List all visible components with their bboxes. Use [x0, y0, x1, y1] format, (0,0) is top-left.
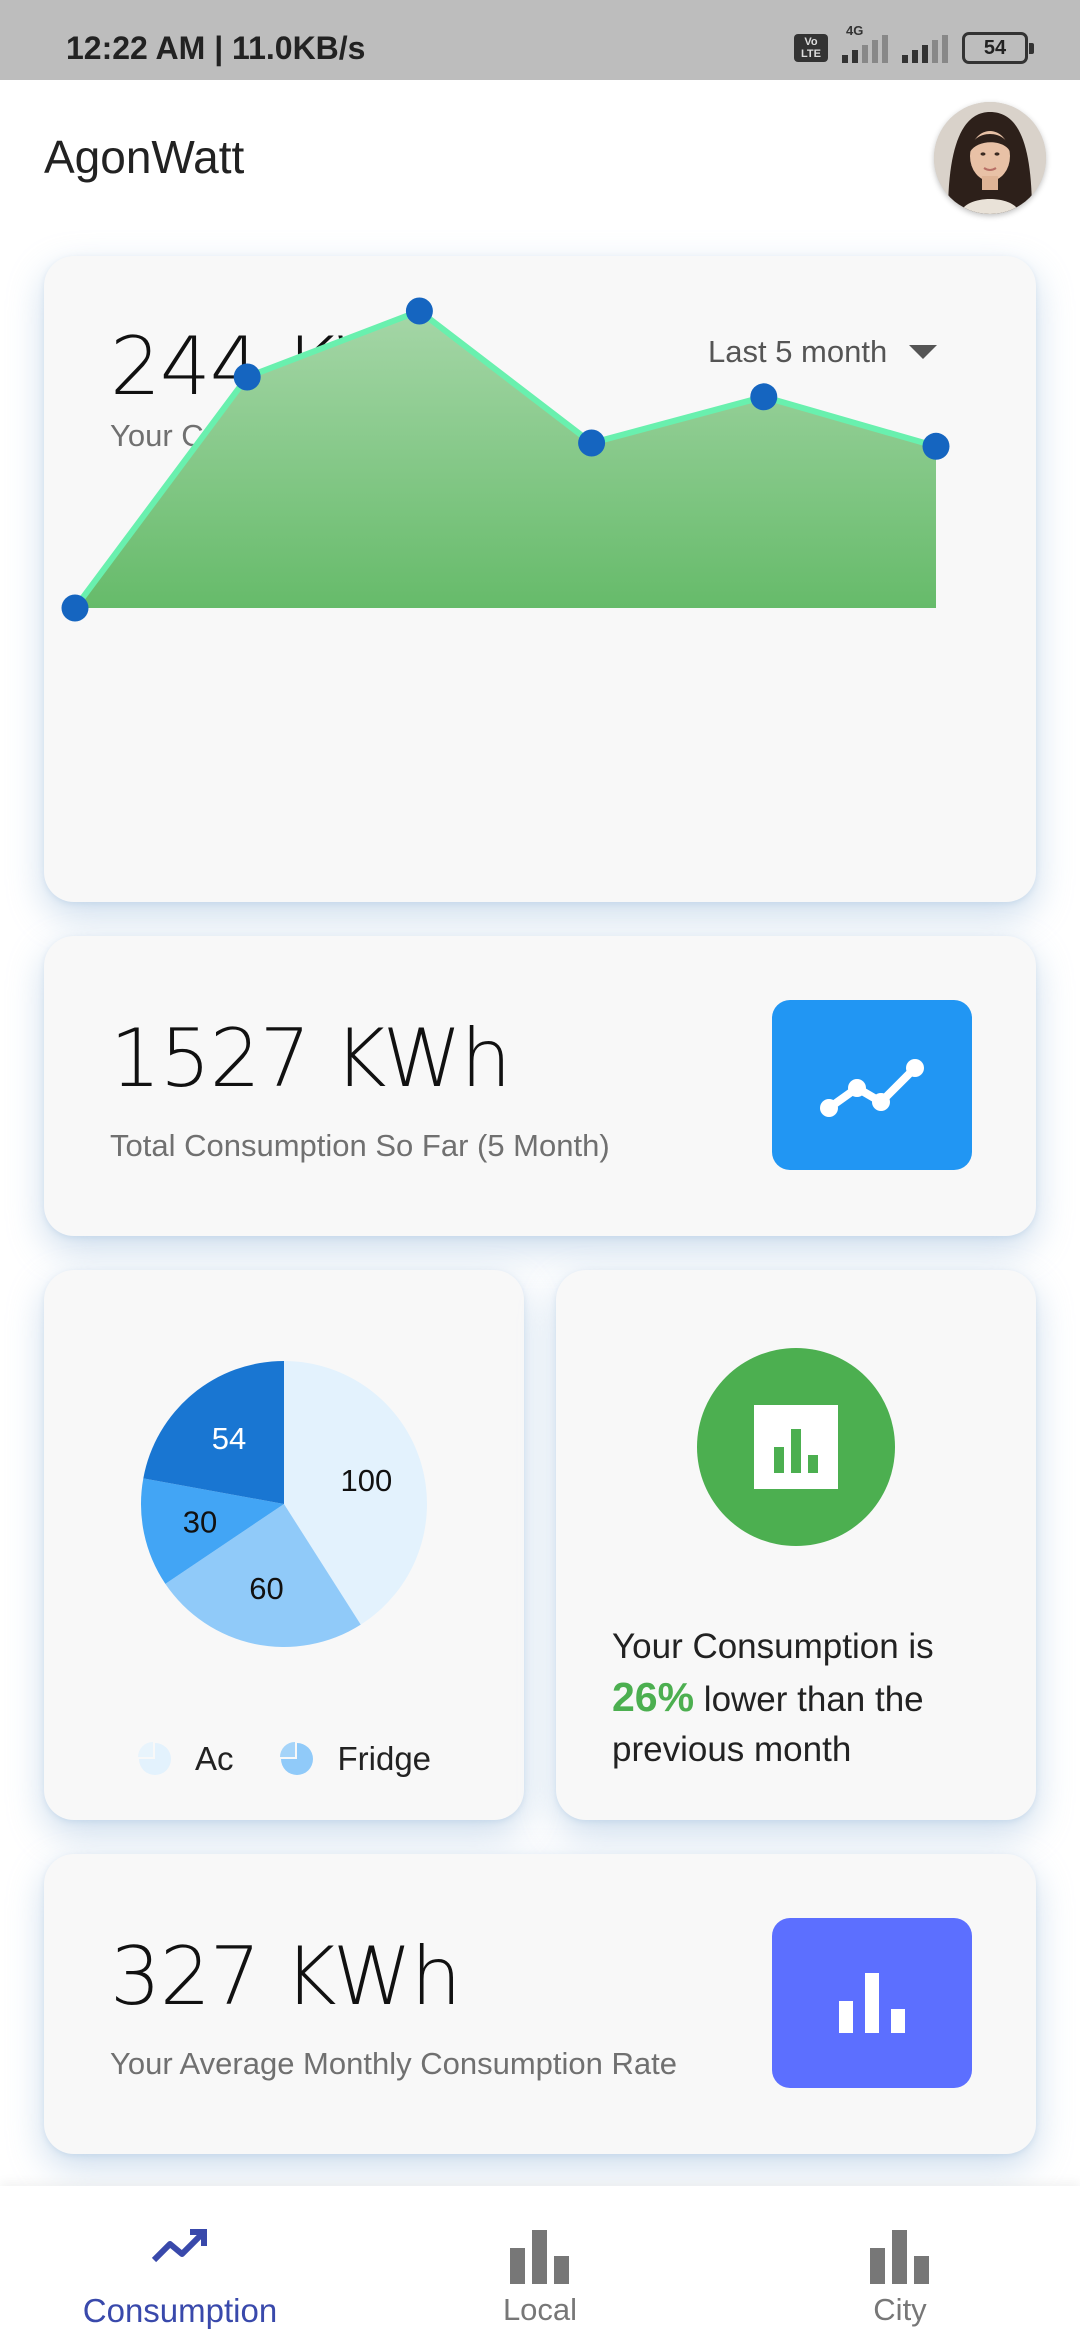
bottom-navigation: Consumption Local City [0, 2186, 1080, 2340]
bar-chart-icon [870, 2230, 929, 2284]
nav-consumption[interactable]: Consumption [60, 2186, 300, 2340]
trending-up-icon [151, 2229, 207, 2263]
network-type-label: 4G [846, 23, 864, 38]
nav-local[interactable]: Local [420, 2186, 660, 2340]
pie-slice-label-0: 100 [341, 1463, 393, 1498]
pie-slice-icon [137, 1742, 171, 1775]
legend-item-ac: Ac [137, 1740, 234, 1778]
consumption-card: 244 KWh Your Consumption Last 5 month [44, 256, 1036, 902]
comparison-text-before: Your Consumption is [612, 1627, 934, 1666]
data-point-0[interactable] [61, 594, 89, 622]
nav-city[interactable]: City [780, 2186, 1020, 2340]
bar-chart-icon [839, 1973, 905, 2033]
legend-label-ac: Ac [194, 1740, 234, 1777]
consumption-area-chart [61, 297, 950, 622]
average-tile[interactable] [772, 1918, 972, 2088]
signal-4g-icon: 4G [842, 23, 888, 63]
pie-slice-label-3: 54 [212, 1421, 246, 1456]
signal-icon [902, 33, 948, 63]
app-title: AgonWatt [44, 131, 245, 183]
status-icons: Vo LTE 4G 54 [794, 23, 1034, 66]
data-point-3[interactable] [578, 429, 606, 457]
pie-legend: Ac Fridge [44, 1740, 524, 1778]
data-point-1[interactable] [233, 363, 261, 391]
comparison-text: Your Consumption is 26% lower than the p… [612, 1622, 1012, 1775]
total-consumption-card: 1527 KWh Total Consumption So Far (5 Mon… [44, 936, 1036, 1236]
data-point-2[interactable] [405, 297, 433, 325]
avatar-image [934, 102, 1046, 214]
total-consumption-label: Total Consumption So Far (5 Month) [110, 1128, 610, 1163]
data-point-4[interactable] [750, 383, 778, 411]
consumption-pie-chart: 100 60 30 54 [141, 1361, 428, 1647]
status-time-speed: 12:22 AM | 11.0KB/s [66, 30, 366, 66]
avatar[interactable] [934, 102, 1046, 214]
volte-icon: Vo LTE [794, 34, 828, 62]
average-consumption-value: 327 KWh [110, 1930, 462, 2023]
pie-slice-icon [280, 1742, 314, 1775]
trending-up-icon [820, 1059, 924, 1117]
trend-tile[interactable] [772, 1000, 972, 1170]
legend-item-fridge: Fridge [279, 1740, 431, 1778]
nav-city-label: City [873, 2292, 927, 2327]
bar-chart-icon [510, 2230, 569, 2284]
pie-chart-card: 100 60 30 54 Ac Fridge [44, 1270, 524, 1820]
status-bar: 12:22 AM | 11.0KB/s Vo LTE 4G 54 [0, 0, 1080, 80]
comparison-card: Your Consumption is 26% lower than the p… [556, 1270, 1036, 1820]
bar-chart-icon [754, 1405, 838, 1489]
comparison-icon-circle[interactable] [697, 1348, 895, 1546]
pie-slice-label-1: 60 [249, 1571, 283, 1606]
average-consumption-card: 327 KWh Your Average Monthly Consumption… [44, 1854, 1036, 2154]
nav-local-label: Local [502, 2292, 578, 2327]
area-fill [75, 311, 936, 608]
total-consumption-value: 1527 KWh [110, 1012, 511, 1105]
data-point-5[interactable] [922, 432, 950, 460]
comparison-percent: 26% [612, 1674, 695, 1720]
pie-slice-label-2: 30 [183, 1505, 217, 1540]
average-consumption-label: Your Average Monthly Consumption Rate [110, 2046, 677, 2081]
legend-label-fridge: Fridge [337, 1740, 432, 1777]
nav-consumption-label: Consumption [82, 2292, 278, 2329]
battery-icon: 54 [962, 32, 1034, 64]
